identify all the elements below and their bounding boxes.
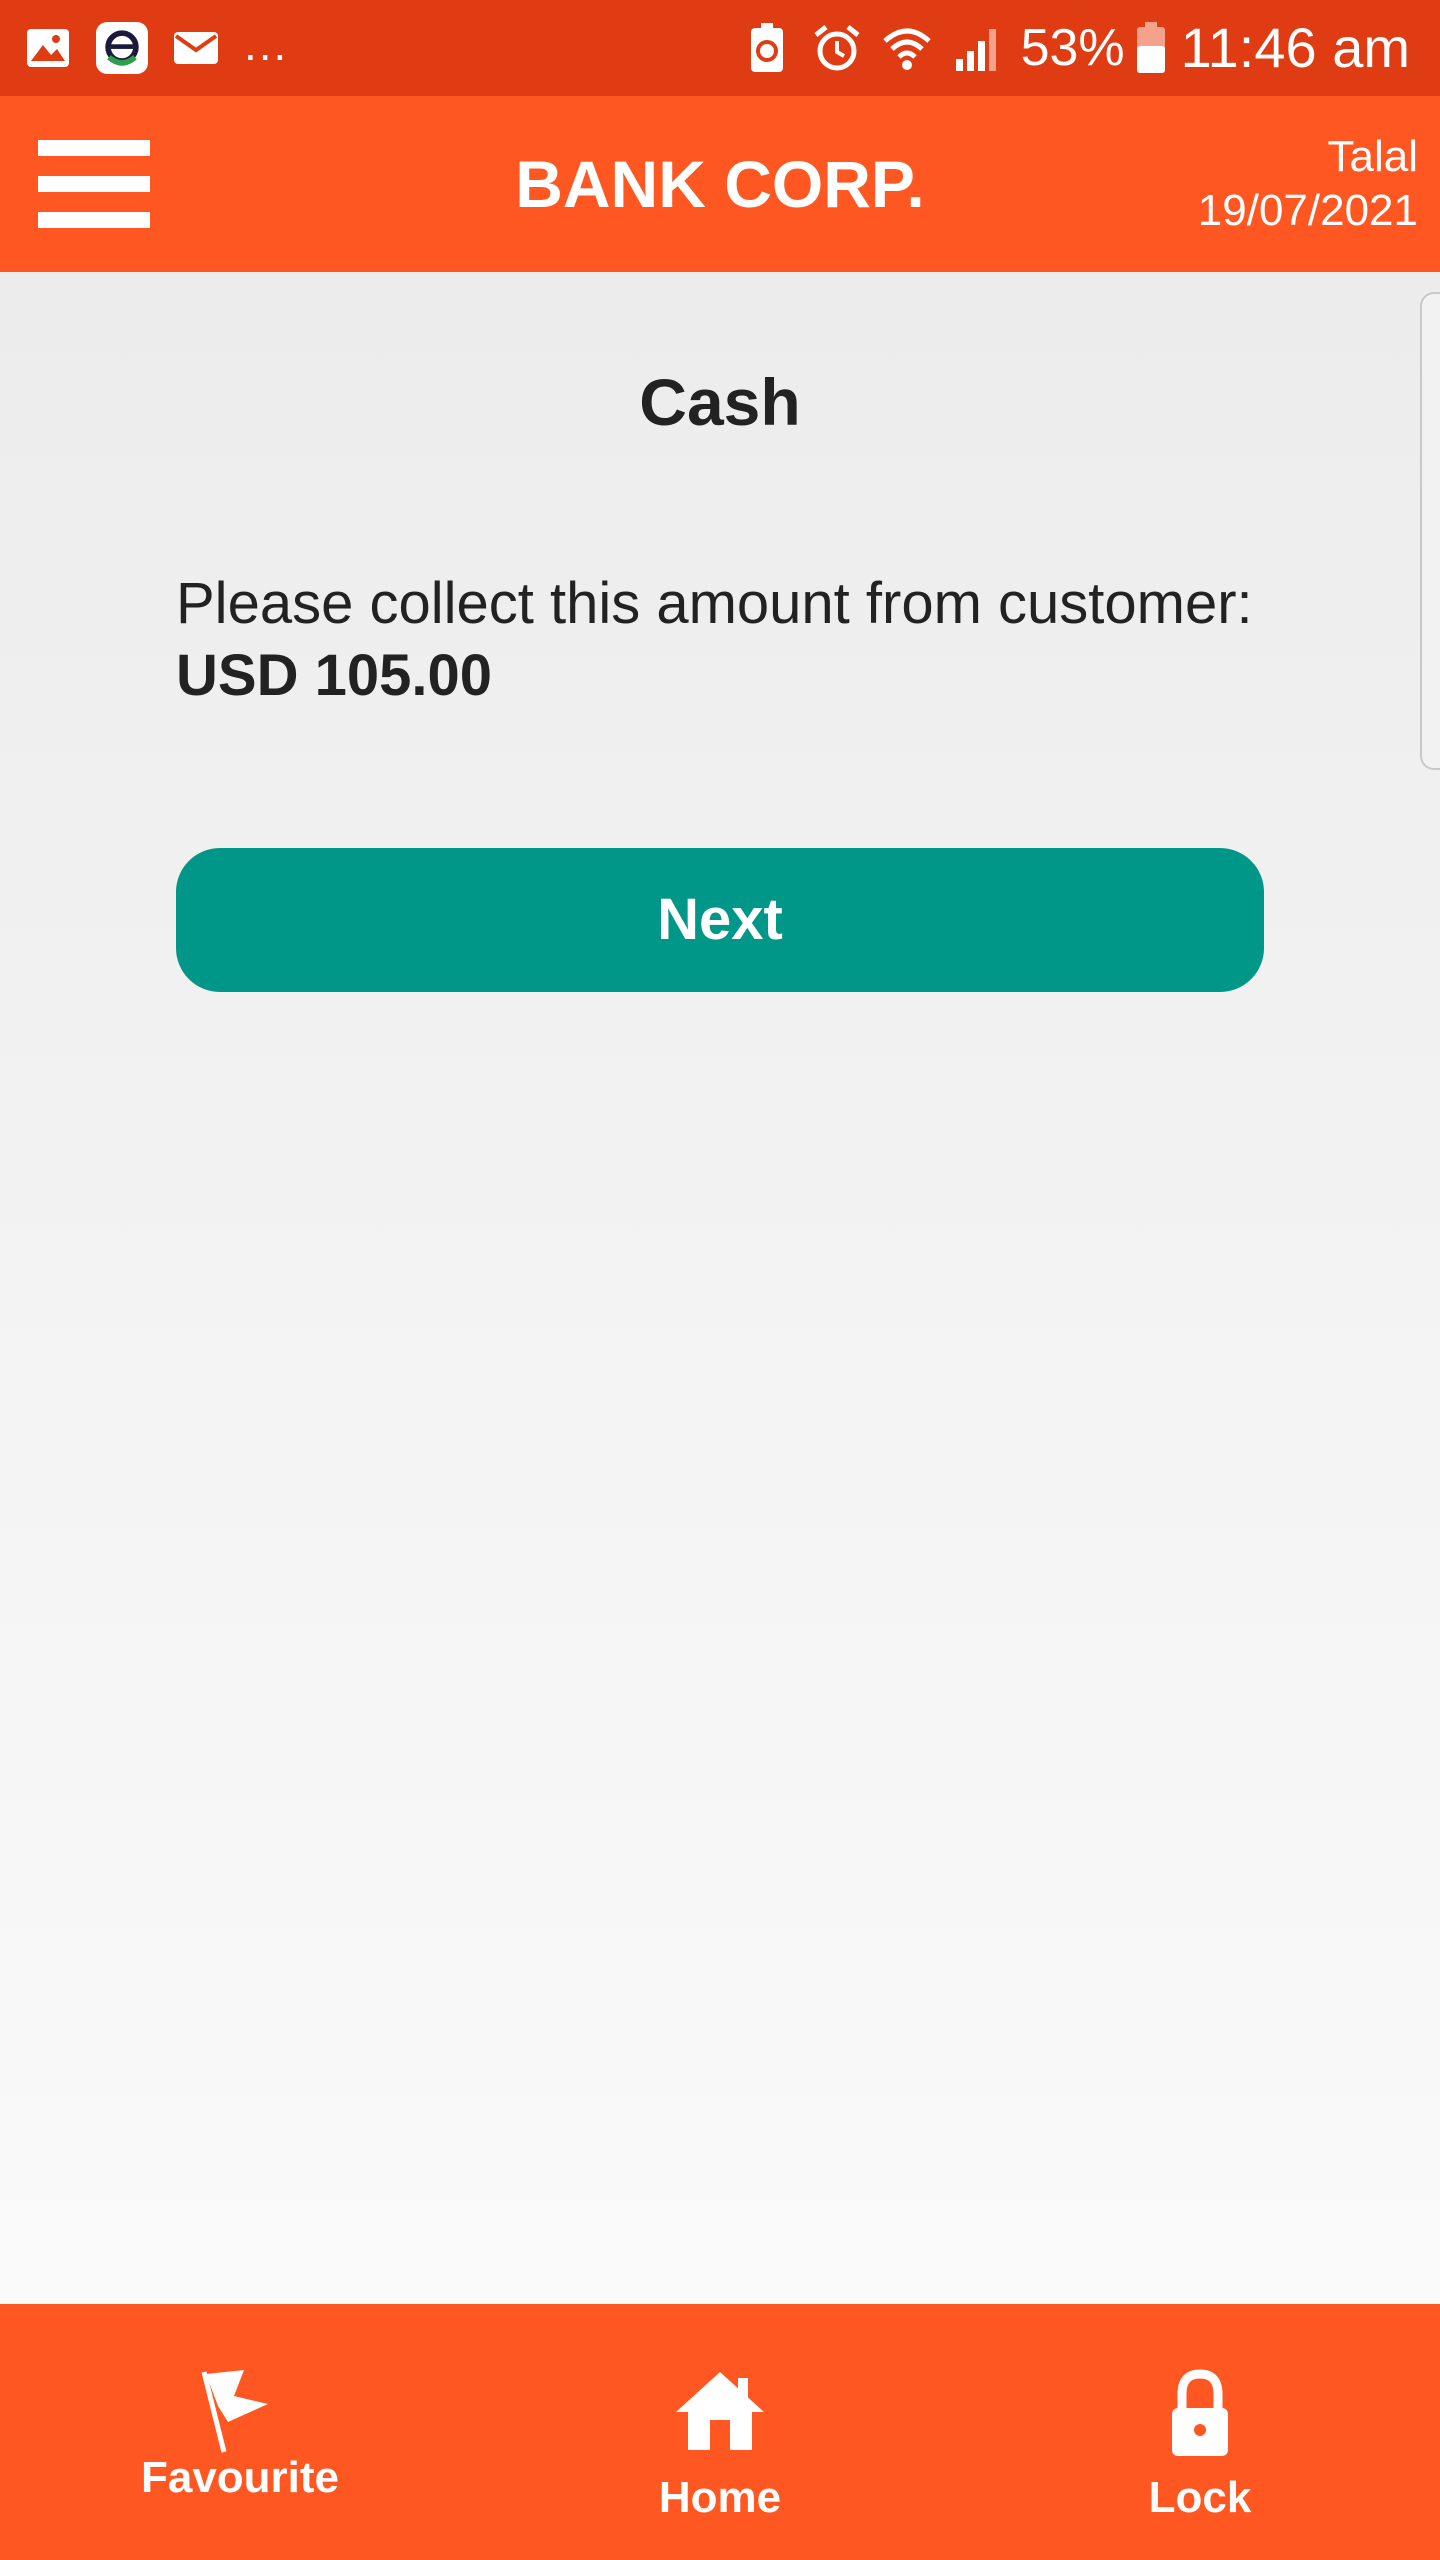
- menu-bar-top: [38, 140, 150, 156]
- app-header: BANK CORP. Talal 19/07/2021: [0, 96, 1440, 272]
- flag-icon: [190, 2366, 290, 2466]
- menu-bar-bottom: [38, 212, 150, 228]
- message-text: Please collect this amount from customer…: [176, 571, 1253, 636]
- gallery-icon: [22, 22, 74, 74]
- nav-label-home: Home: [658, 2473, 782, 2522]
- status-left-icons: ...: [22, 18, 288, 74]
- more-notifications-indicator: ...: [244, 18, 289, 70]
- mail-icon: [170, 22, 222, 74]
- nav-item-lock[interactable]: Lock: [960, 2304, 1440, 2560]
- header-date: 19/07/2021: [1197, 186, 1418, 235]
- next-button[interactable]: Next: [176, 848, 1264, 992]
- nav-item-favourite[interactable]: Favourite: [0, 2304, 480, 2560]
- nav-item-home[interactable]: Home: [480, 2304, 960, 2560]
- app-notification-icon: [96, 22, 148, 74]
- amount-value: USD 105.00: [176, 643, 492, 708]
- battery-saver-icon: [741, 22, 793, 74]
- main-content: Cash Please collect this amount from cus…: [0, 272, 1440, 2304]
- signal-icon: [951, 22, 1003, 74]
- user-name: Talal: [1327, 132, 1419, 181]
- collect-amount-message: Please collect this amount from customer…: [176, 568, 1276, 712]
- status-bar: ... 53% 11:46 am: [0, 0, 1440, 96]
- hamburger-menu-icon[interactable]: [38, 140, 150, 228]
- page-title: Cash: [639, 365, 801, 439]
- app-title: BANK CORP.: [515, 147, 925, 221]
- battery-percent: 53%: [1020, 19, 1125, 77]
- home-icon: [670, 2366, 770, 2466]
- menu-bar-middle: [38, 176, 150, 192]
- nav-label-favourite: Favourite: [140, 2453, 340, 2502]
- alarm-icon: [811, 22, 863, 74]
- status-right-icons: 53% 11:46 am: [723, 16, 1410, 80]
- battery-icon: [1135, 22, 1167, 74]
- lock-icon: [1150, 2366, 1250, 2466]
- status-time: 11:46 am: [1180, 16, 1410, 79]
- nav-label-lock: Lock: [1148, 2473, 1252, 2522]
- wifi-icon: [881, 22, 933, 74]
- user-info: Talal 19/07/2021: [1198, 130, 1418, 238]
- bottom-navigation: Favourite Home Lock: [0, 2304, 1440, 2560]
